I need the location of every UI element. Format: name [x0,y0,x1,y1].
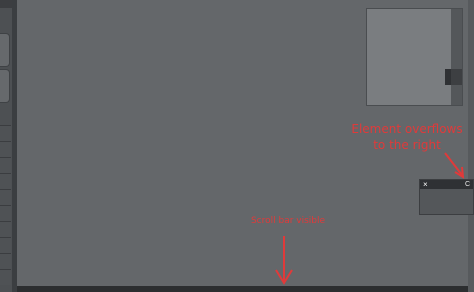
left-panel-button[interactable] [0,69,10,103]
left-panel-row[interactable] [0,125,11,141]
horizontal-scrollbar[interactable] [17,286,468,292]
overflow-annotation-line2: to the right [373,137,441,152]
left-panel-row[interactable] [0,141,11,157]
left-panel-row[interactable] [0,157,11,173]
scrollbar-annotation: Scroll bar visible [250,216,326,226]
left-panel-row[interactable] [0,205,11,221]
widget-header[interactable]: × C [420,180,473,189]
left-panel-row[interactable] [0,173,11,189]
floating-widget[interactable]: × C [419,179,474,215]
left-panel-row[interactable] [0,221,11,237]
minimap[interactable] [366,8,463,106]
left-panel-row[interactable] [0,269,11,285]
minimap-scrollbar[interactable] [451,9,462,105]
left-panel-row[interactable] [0,237,11,253]
left-panel-button[interactable] [0,33,10,67]
minimap-scroll-thumb[interactable] [451,69,462,85]
left-panel-row[interactable] [0,253,11,269]
right-edge [468,0,474,292]
overflow-annotation-line1: Element overflows [351,122,463,136]
close-icon[interactable]: × [423,180,428,189]
left-panel-row[interactable] [0,189,11,205]
overflow-annotation: Element overflows to the right [348,122,466,153]
widget-title: C [464,181,470,188]
